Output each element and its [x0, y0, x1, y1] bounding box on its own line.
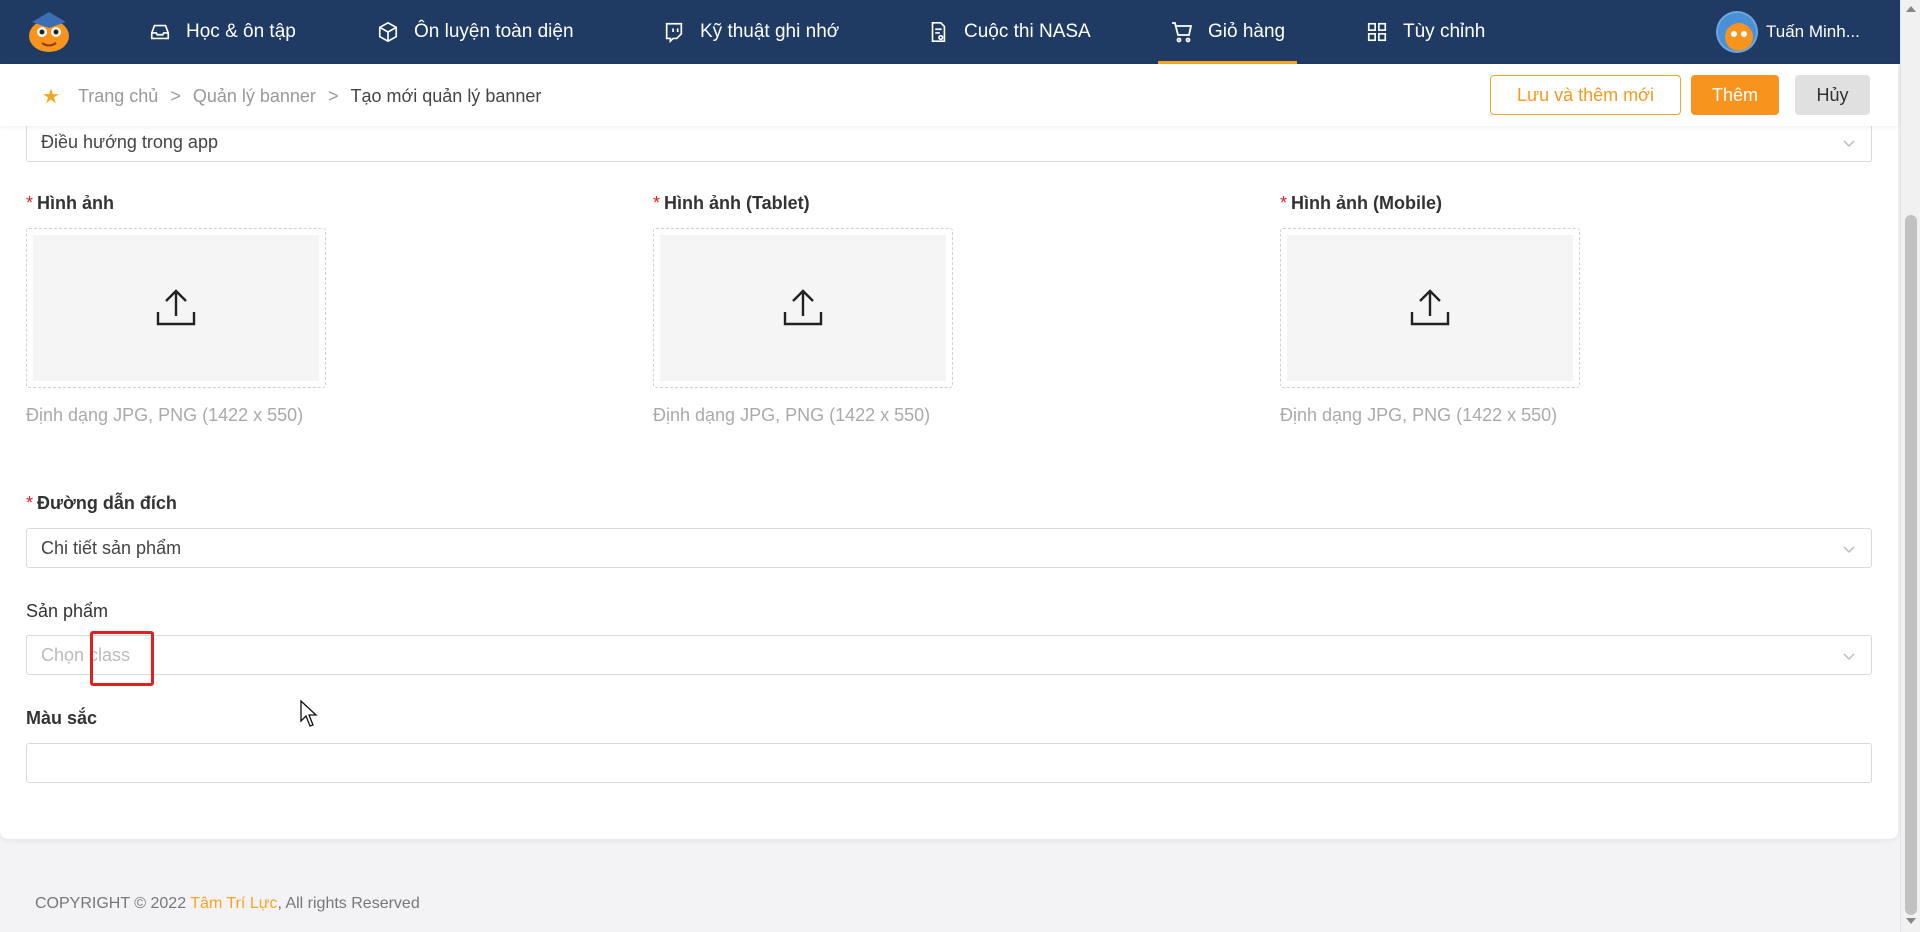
target-link-label: * Đường dẫn đích: [26, 493, 177, 513]
upload-icon: [783, 289, 823, 326]
image-tablet-label: * Hình ảnh (Tablet): [653, 193, 810, 213]
breadcrumb-section[interactable]: Quản lý banner: [193, 86, 316, 107]
image-upload[interactable]: [26, 228, 326, 388]
add-button[interactable]: Thêm: [1691, 75, 1779, 115]
target-link-value: Chi tiết sản phẩm: [41, 537, 182, 558]
nav-item-on-luyen[interactable]: Ôn luyện toàn diện: [376, 0, 574, 64]
nav-item-ky-thuat[interactable]: Kỹ thuật ghi nhớ: [662, 0, 839, 64]
nav-label: Cuộc thi NASA: [964, 21, 1091, 42]
target-link-select[interactable]: Chi tiết sản phẩm: [26, 528, 1872, 568]
nav-label: Giỏ hàng: [1208, 21, 1286, 42]
chevron-down-icon: [1843, 140, 1855, 148]
scroll-up-icon[interactable]: [1905, 4, 1917, 14]
footer: COPYRIGHT © 2022 Tâm Trí Lực, All rights…: [35, 895, 420, 912]
product-label: Sản phẩm: [26, 601, 109, 621]
star-icon: ★: [42, 86, 60, 108]
inbox-icon: [148, 20, 172, 44]
app-logo[interactable]: [24, 10, 74, 54]
user-menu[interactable]: Tuấn Minh...: [1716, 0, 1860, 64]
required-mark: *: [26, 193, 34, 213]
breadcrumb-current: Tạo mới quản lý banner: [350, 86, 542, 106]
image-label: * Hình ảnh: [26, 193, 115, 213]
upload-icon: [156, 289, 196, 326]
cart-icon: [1170, 20, 1194, 44]
audit-icon: [926, 20, 950, 44]
nav-label: Kỹ thuật ghi nhớ: [700, 21, 840, 42]
image-tablet-upload[interactable]: [653, 228, 953, 388]
required-mark: *: [1280, 193, 1288, 213]
user-name: Tuấn Minh...: [1766, 22, 1860, 41]
upload-icon: [1410, 289, 1450, 326]
breadcrumb: ★ Trang chủ > Quản lý banner > Tạo mới q…: [42, 84, 541, 109]
image-mobile-hint: Định dạng JPG, PNG (1422 x 550): [1280, 405, 1558, 425]
scrollbar-thumb[interactable]: [1905, 215, 1917, 915]
footer-brand-link[interactable]: Tâm Trí Lực: [190, 895, 277, 912]
cancel-button[interactable]: Hủy: [1795, 75, 1870, 115]
navigation-type-select[interactable]: Điều hướng trong app: [26, 122, 1872, 162]
mouse-cursor-icon: [300, 700, 318, 727]
vertical-scrollbar[interactable]: [1900, 0, 1920, 932]
breadcrumb-separator: >: [170, 86, 181, 106]
navigation-type-value: Điều hướng trong app: [41, 131, 218, 152]
scroll-down-icon[interactable]: [1905, 916, 1917, 926]
nav-item-hoc-on-tap[interactable]: Học & ôn tập: [148, 0, 296, 64]
cube-icon: [376, 20, 400, 44]
image-hint: Định dạng JPG, PNG (1422 x 550): [26, 405, 304, 425]
nav-label: Ôn luyện toàn diện: [414, 21, 574, 42]
required-mark: *: [653, 193, 661, 213]
color-input[interactable]: [26, 743, 1872, 783]
nav-item-gio-hang[interactable]: Giỏ hàng: [1157, 0, 1298, 64]
nav-label: Tùy chỉnh: [1403, 21, 1486, 42]
twitch-icon: [662, 20, 686, 44]
save-and-add-button[interactable]: Lưu và thêm mới: [1490, 75, 1681, 115]
image-mobile-upload[interactable]: [1280, 228, 1580, 388]
avatar: [1716, 11, 1758, 53]
breadcrumb-separator: >: [327, 86, 339, 106]
annotation-highlight: [90, 631, 154, 686]
form-card: [0, 64, 1898, 839]
nav-item-tuy-chinh[interactable]: Tùy chỉnh: [1365, 0, 1485, 64]
product-select[interactable]: Chọn class: [26, 635, 1872, 675]
nav-label: Học & ôn tập: [186, 21, 296, 42]
breadcrumb-bar: ★ Trang chủ > Quản lý banner > Tạo mới q…: [0, 64, 1898, 126]
color-label: Màu sắc: [26, 708, 98, 728]
chevron-down-icon: [1843, 546, 1855, 554]
top-navbar: Học & ôn tập Ôn luyện toàn diện Kỹ thuật…: [0, 0, 1900, 64]
breadcrumb-home[interactable]: Trang chủ: [78, 86, 158, 107]
image-mobile-label: * Hình ảnh (Mobile): [1280, 193, 1442, 213]
required-mark: *: [26, 493, 34, 513]
image-tablet-hint: Định dạng JPG, PNG (1422 x 550): [653, 405, 931, 425]
chevron-down-icon: [1843, 653, 1855, 661]
grid-icon: [1365, 20, 1389, 44]
nav-item-cuoc-thi[interactable]: Cuộc thi NASA: [926, 0, 1091, 64]
